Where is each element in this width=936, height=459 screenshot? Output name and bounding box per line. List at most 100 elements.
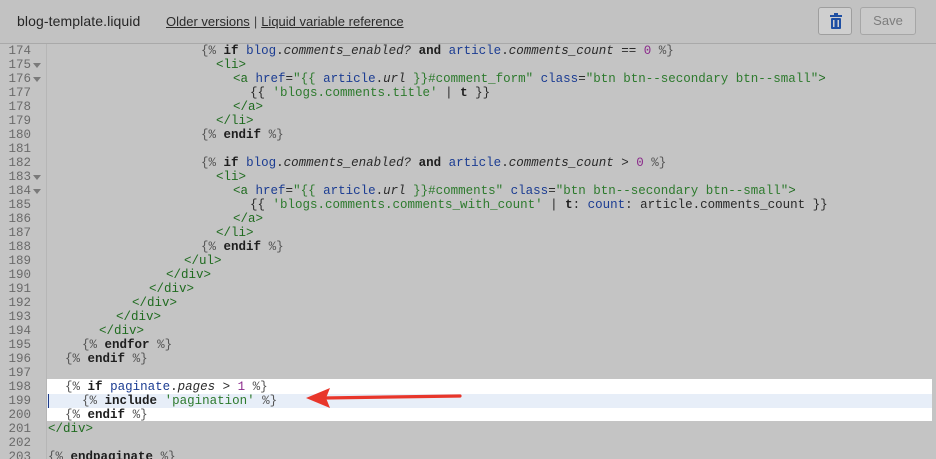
gutter-row: 182 [0, 156, 48, 170]
code-line-193[interactable]: </div> [116, 310, 161, 324]
gutter-row: 197 [0, 366, 48, 380]
token: {{ [250, 86, 266, 100]
token: {% [65, 380, 81, 394]
token: {% [201, 128, 217, 142]
token: | [542, 198, 566, 212]
code-line-195[interactable]: {% endfor %} [82, 338, 172, 352]
line-number: 176 [8, 72, 31, 86]
line-number: 184 [8, 184, 31, 198]
code-line-182[interactable]: {% if blog.comments_enabled? and article… [201, 156, 666, 170]
line-number: 183 [8, 170, 31, 184]
code-line-189[interactable]: </ul> [184, 254, 222, 268]
code-line-183[interactable]: <li> [216, 170, 246, 184]
code-line-192[interactable]: </div> [132, 296, 177, 310]
token: | [437, 86, 461, 100]
token: endfor [104, 338, 150, 352]
token: : article.comments_count [625, 198, 813, 212]
fold-arrow-icon[interactable] [33, 63, 41, 68]
gutter-row: 187 [0, 226, 48, 240]
line-number: 191 [8, 282, 31, 296]
code-line-194[interactable]: </div> [99, 324, 144, 338]
code-line-198[interactable]: {% if paginate.pages > 1 %} [65, 380, 268, 394]
code-line-178[interactable]: </a> [233, 100, 263, 114]
save-button[interactable]: Save [860, 7, 916, 35]
fold-arrow-icon[interactable] [33, 189, 41, 194]
token: }} [812, 198, 828, 212]
gutter-row: 195 [0, 338, 48, 352]
gutter-row: 175 [0, 58, 48, 72]
token: %} [658, 44, 674, 58]
code-line-175[interactable]: <li> [216, 58, 246, 72]
code-line-187[interactable]: </li> [216, 226, 254, 240]
line-number: 199 [8, 394, 31, 408]
token: <li> [216, 170, 247, 184]
code-line-185[interactable]: {{ 'blogs.comments.comments_with_count' … [250, 198, 828, 212]
token: article [323, 72, 376, 86]
token: comments_enabled? [283, 156, 412, 170]
token: > [613, 156, 637, 170]
code-line-201[interactable]: </div> [48, 422, 93, 436]
token: . [501, 156, 509, 170]
token: endif [223, 240, 262, 254]
gutter-row: 193 [0, 310, 48, 324]
older-versions-link[interactable]: Older versions [166, 14, 250, 29]
line-number: 190 [8, 268, 31, 282]
delete-file-button[interactable] [818, 7, 852, 35]
token: count [587, 198, 626, 212]
token: href [255, 184, 286, 198]
fold-arrow-icon[interactable] [33, 77, 41, 82]
fold-arrow-icon[interactable] [33, 175, 41, 180]
trash-icon [830, 13, 842, 29]
code-line-196[interactable]: {% endif %} [65, 352, 148, 366]
code-line-186[interactable]: </a> [233, 212, 263, 226]
token: </div> [166, 268, 212, 282]
code-line-174[interactable]: {% if blog.comments_enabled? and article… [201, 44, 674, 58]
token: </ul> [184, 254, 222, 268]
line-number: 181 [8, 142, 31, 156]
line-number: 179 [8, 114, 31, 128]
token: blog [246, 44, 277, 58]
code-line-203[interactable]: {% endpaginate %} [48, 450, 176, 459]
token: %} [132, 408, 148, 422]
line-number: 200 [8, 408, 31, 422]
code-line-180[interactable]: {% endif %} [201, 128, 284, 142]
code-line-191[interactable]: </div> [149, 282, 194, 296]
code-line-176[interactable]: <a href="{{ article.url }}#comment_form"… [233, 72, 826, 86]
gutter-row: 183 [0, 170, 48, 184]
code-line-177[interactable]: {{ 'blogs.comments.title' | t }} [250, 86, 490, 100]
line-number: 194 [8, 324, 31, 338]
token: comments_count [508, 156, 614, 170]
token: if [223, 44, 239, 58]
token: %} [160, 450, 176, 459]
token: <li> [216, 58, 247, 72]
editor-header: blog-template.liquid Older versions | Liqu… [0, 0, 936, 44]
token: }}#comments" [405, 184, 504, 198]
token: > [215, 380, 238, 394]
code-line-190[interactable]: </div> [166, 268, 211, 282]
token: </div> [48, 422, 94, 436]
line-number: 198 [8, 380, 31, 394]
line-number: 192 [8, 296, 31, 310]
code-line-199[interactable]: {% include 'pagination' %} [82, 394, 277, 408]
token: {% [82, 338, 98, 352]
liquid-reference-link[interactable]: Liquid variable reference [261, 14, 403, 29]
code-line-200[interactable]: {% endif %} [65, 408, 148, 422]
gutter-row: 202 [0, 436, 48, 450]
code-line-184[interactable]: <a href="{{ article.url }}#comments" cla… [233, 184, 796, 198]
code-line-179[interactable]: </li> [216, 114, 254, 128]
gutter-row: 192 [0, 296, 48, 310]
gutter-row: 174 [0, 44, 48, 58]
code-editor[interactable]: 174 175 176 177 178 179 180 181 182 183 … [0, 44, 936, 459]
line-number: 187 [8, 226, 31, 240]
code-line-188[interactable]: {% endif %} [201, 240, 284, 254]
gutter-row: 177 [0, 86, 48, 100]
token: if [223, 156, 239, 170]
